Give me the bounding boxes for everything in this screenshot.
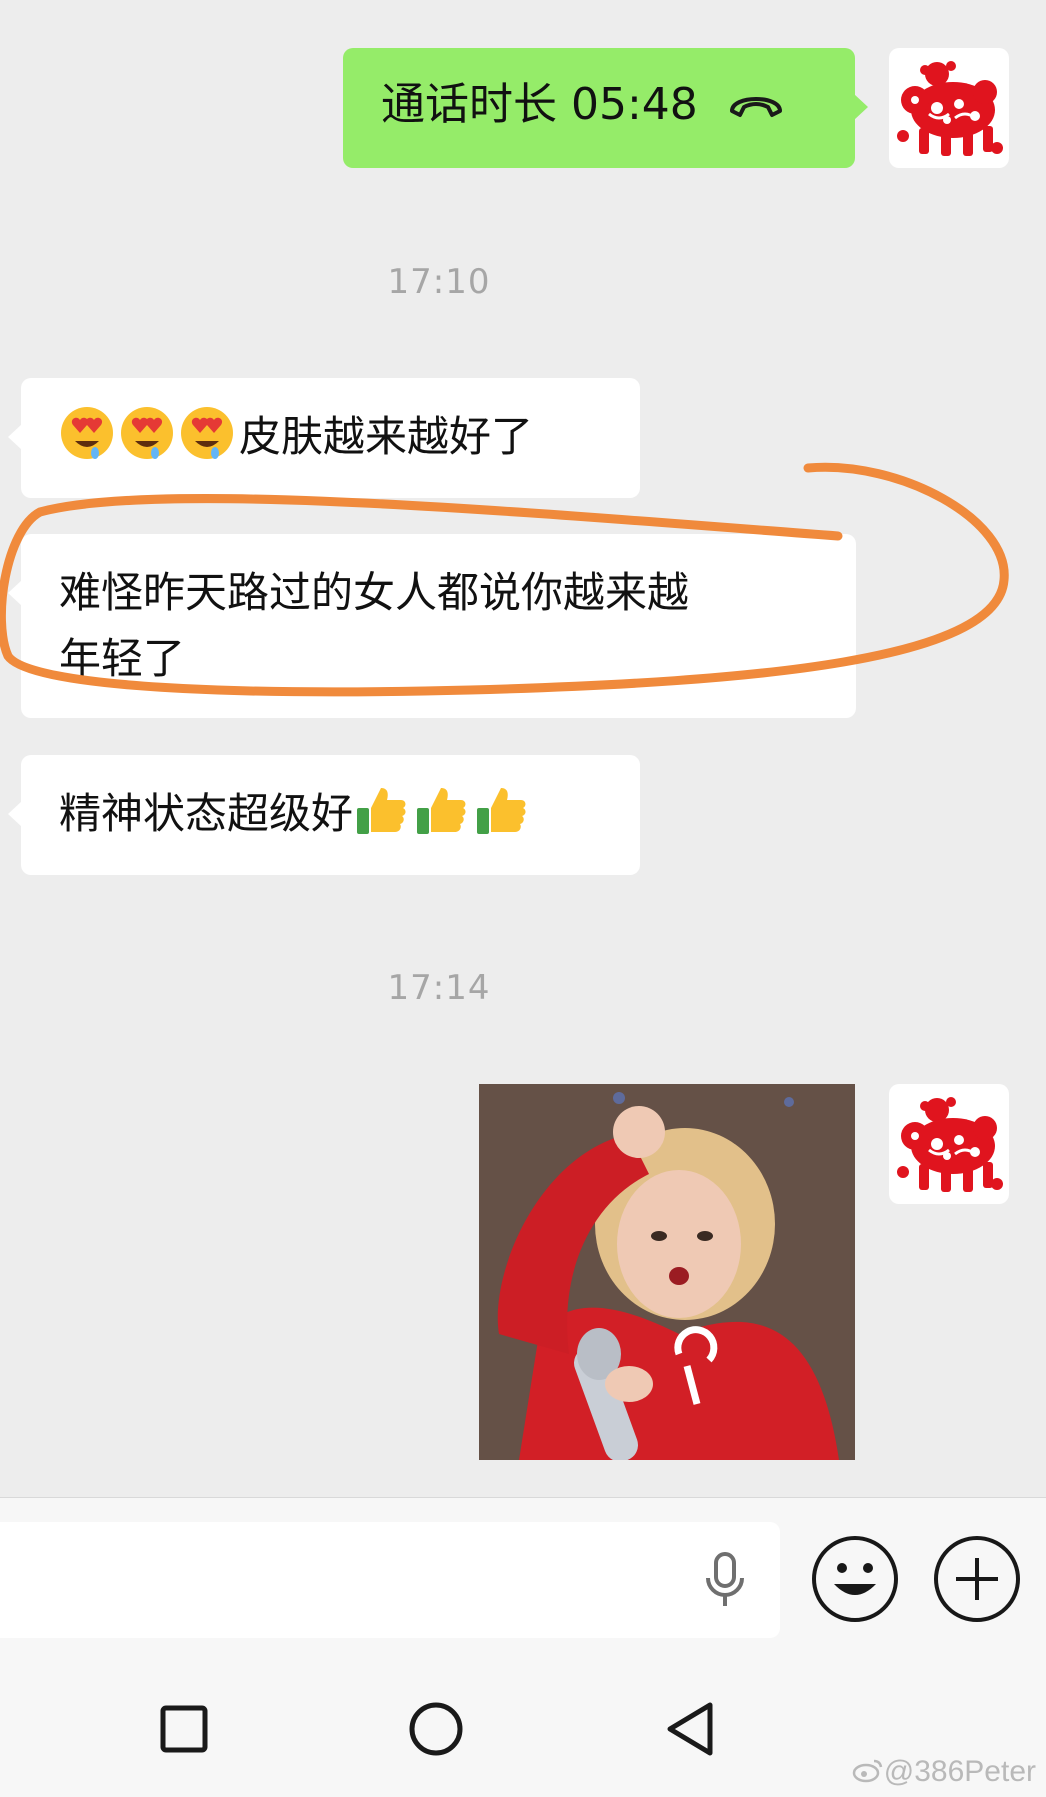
microphone-icon[interactable]	[700, 1552, 750, 1610]
red-papercut-avatar-icon	[897, 61, 1003, 156]
girl-with-microphone-sticker[interactable]	[479, 1084, 855, 1460]
emoji-button[interactable]	[812, 1536, 898, 1622]
back-triangle-icon[interactable]	[664, 1701, 716, 1757]
thumbs-up-emoji	[413, 782, 469, 838]
red-papercut-avatar-icon	[897, 1097, 1003, 1192]
watermark: @386Peter	[852, 1755, 1036, 1789]
hang-up-phone-icon	[726, 76, 786, 117]
message-text: 精神状态超级好	[59, 789, 354, 838]
watermark-text: @386Peter	[883, 1755, 1036, 1788]
system-navigation-bar: @386Peter	[0, 1643, 1046, 1797]
timestamp: 17:10	[387, 262, 491, 302]
message-input-field[interactable]	[0, 1522, 780, 1638]
thumbs-up-emoji	[473, 782, 529, 838]
plus-icon	[956, 1558, 998, 1600]
weibo-icon	[852, 1757, 884, 1783]
received-message[interactable]: 精神状态超级好	[8, 755, 640, 875]
thumbs-up-emoji	[353, 782, 409, 838]
more-functions-button[interactable]	[934, 1536, 1020, 1622]
orange-freehand-circle-annotation	[0, 462, 1009, 697]
message-input-bar	[0, 1497, 1046, 1643]
my-avatar[interactable]	[889, 1084, 1009, 1204]
call-record-bubble[interactable]: 通话时长 05:48	[343, 48, 868, 168]
call-duration-text: 通话时长 05:48	[381, 79, 698, 130]
recent-apps-square-icon[interactable]	[160, 1705, 208, 1753]
timestamp: 17:14	[387, 968, 491, 1008]
chat-message-area[interactable]: 通话时长 05:48 17:10 皮肤越来越好了 难怪昨天路过的女人都说你越来越…	[0, 0, 1046, 1497]
my-avatar[interactable]	[889, 48, 1009, 168]
home-circle-icon[interactable]	[408, 1701, 464, 1757]
emoji-icon	[834, 1563, 876, 1595]
